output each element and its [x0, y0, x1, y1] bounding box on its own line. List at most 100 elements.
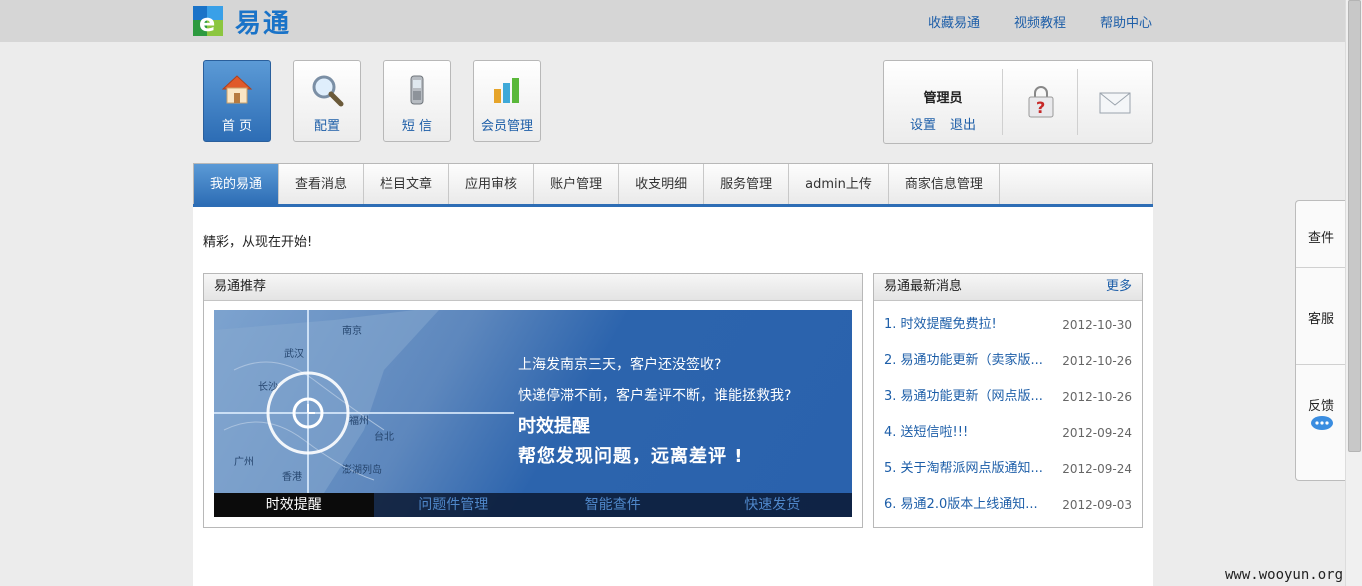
news-item[interactable]: 5. 关于淘帮派网点版通知... 2012-09-24 [884, 451, 1132, 487]
user-name: 管理员 [923, 91, 963, 106]
news-date: 2012-10-26 [1062, 354, 1132, 368]
user-info: 管理员 设置 退出 [884, 61, 1002, 143]
main-content: 精彩，从现在开始! 易通推荐 南京 武汉 长沙 福州 台北 广州 香港 澎湖列岛… [193, 207, 1153, 586]
member-button-label: 会员管理 [480, 119, 533, 134]
watermark: www.wooyun.org [1225, 567, 1344, 583]
news-item[interactable]: 3. 易通功能更新（网点版... 2012-10-26 [884, 379, 1132, 415]
tab-view-messages[interactable]: 查看消息 [279, 164, 365, 205]
news-num: 6. [884, 497, 897, 512]
map-label: 武汉 [284, 347, 304, 360]
member-button[interactable]: 会员管理 [473, 60, 541, 142]
home-icon [221, 75, 253, 104]
banner-line-3: 时效提醒 [518, 416, 590, 437]
banner-line-4: 帮您发现问题，远离差评 ! [518, 446, 744, 467]
news-title-text[interactable]: 送短信啦!!! [901, 425, 969, 440]
side-float-panel: 查件 客服 反馈 [1295, 200, 1346, 481]
help-center-link[interactable]: 帮助中心 [1100, 12, 1152, 31]
logo[interactable]: e 易通 [193, 4, 292, 39]
map-label: 广州 [234, 456, 254, 468]
sms-button[interactable]: 短 信 [383, 60, 451, 142]
divider [1077, 69, 1078, 135]
magnifier-icon [312, 75, 344, 107]
divider [1296, 364, 1346, 365]
chat-bubble-icon [1311, 416, 1333, 430]
news-title-text[interactable]: 易通功能更新（卖家版... [901, 353, 1043, 368]
divider [1002, 69, 1003, 135]
news-title-text[interactable]: 时效提醒免费拉! [901, 317, 997, 332]
news-num: 3. [884, 389, 897, 404]
tab-admin-upload[interactable]: admin上传 [789, 164, 889, 205]
banner-tab-quick-ship[interactable]: 快速发货 [693, 493, 853, 517]
banner-line-2: 快递停滞不前，客户差评不断，谁能拯救我? [518, 388, 792, 404]
banner-tab-problem-parcels[interactable]: 问题件管理 [374, 493, 534, 517]
banner-line-1: 上海发南京三天，客户还没签收? [518, 357, 722, 373]
config-button[interactable]: 配置 [293, 60, 361, 142]
news-title-text[interactable]: 易通功能更新（网点版... [901, 389, 1043, 404]
customer-service-button[interactable]: 客服 [1296, 308, 1346, 327]
news-item[interactable]: 6. 易通2.0版本上线通知... 2012-09-03 [884, 487, 1132, 523]
sms-button-label: 短 信 [401, 119, 433, 134]
map-label: 台北 [374, 430, 394, 443]
news-date: 2012-09-24 [1062, 462, 1132, 476]
news-item[interactable]: 2. 易通功能更新（卖家版... 2012-10-26 [884, 343, 1132, 379]
news-date: 2012-10-30 [1062, 318, 1132, 332]
video-tutorial-link[interactable]: 视频教程 [1014, 12, 1066, 31]
track-parcel-button[interactable]: 查件 [1296, 227, 1346, 246]
logout-link[interactable]: 退出 [950, 114, 976, 133]
recommend-title: 易通推荐 [204, 274, 862, 301]
map-label: 长沙 [258, 381, 278, 393]
slogan: 精彩，从现在开始! [203, 235, 313, 250]
vertical-scrollbar[interactable] [1345, 0, 1362, 586]
config-button-label: 配置 [313, 119, 340, 134]
promo-banner[interactable]: 南京 武汉 长沙 福州 台北 广州 香港 澎湖列岛 上海发南京三天，客户还没签收… [214, 310, 852, 517]
divider [1296, 267, 1346, 268]
envelope-icon[interactable] [1098, 85, 1132, 119]
tab-income-expense[interactable]: 收支明细 [619, 164, 705, 205]
scrollbar-thumb[interactable] [1348, 0, 1361, 452]
news-title-text[interactable]: 易通2.0版本上线通知... [901, 497, 1038, 512]
svg-text:?: ? [1036, 98, 1045, 117]
news-panel: 易通最新消息 更多 1. 时效提醒免费拉! 2012-10-30 2. 易通功能更… [873, 273, 1143, 528]
feedback-button[interactable]: 反馈 [1296, 395, 1346, 414]
tab-account-management[interactable]: 账户管理 [534, 164, 620, 205]
main-tabs: 我的易通 查看消息 栏目文章 应用审核 账户管理 收支明细 服务管理 admin… [193, 163, 1153, 205]
news-header: 易通最新消息 更多 [874, 274, 1142, 301]
news-item[interactable]: 1. 时效提醒免费拉! 2012-10-30 [884, 307, 1132, 343]
map-label: 澎湖列岛 [342, 463, 382, 476]
home-button-label: 首 页 [221, 119, 253, 134]
news-date: 2012-10-26 [1062, 390, 1132, 404]
news-date: 2012-09-03 [1062, 498, 1132, 512]
news-title-text[interactable]: 关于淘帮派网点版通知... [901, 461, 1043, 476]
tab-app-review[interactable]: 应用审核 [449, 164, 535, 205]
home-button[interactable]: 首 页 [203, 60, 271, 142]
map-crosshair-graphic: 南京 武汉 长沙 福州 台北 广州 香港 澎湖列岛 [214, 310, 514, 493]
map-label: 南京 [342, 324, 362, 337]
banner-tabs: 时效提醒 问题件管理 智能查件 快速发货 [214, 493, 852, 517]
tab-service-management[interactable]: 服务管理 [704, 164, 790, 205]
user-box: 管理员 设置 退出 ? [883, 60, 1153, 144]
news-item[interactable]: 4. 送短信啦!!! 2012-09-24 [884, 415, 1132, 451]
tab-my-yitong[interactable]: 我的易通 [194, 164, 280, 205]
phone-icon [410, 75, 424, 105]
news-title: 易通最新消息 [884, 279, 963, 294]
news-date: 2012-09-24 [1062, 426, 1132, 440]
tab-merchant-info[interactable]: 商家信息管理 [889, 164, 1000, 205]
more-link[interactable]: 更多 [1106, 274, 1132, 300]
recommend-panel: 易通推荐 南京 武汉 长沙 福州 台北 广州 香港 澎湖列岛 上海发南京三天，客… [203, 273, 863, 528]
top-links: 收藏易通 视频教程 帮助中心 [928, 12, 1152, 31]
svg-text:e: e [199, 9, 215, 36]
banner-tab-timeliness[interactable]: 时效提醒 [214, 493, 374, 517]
news-num: 5. [884, 461, 897, 476]
news-list: 1. 时效提醒免费拉! 2012-10-30 2. 易通功能更新（卖家版... 20… [874, 307, 1142, 523]
map-label: 香港 [282, 471, 302, 483]
tab-column-articles[interactable]: 栏目文章 [364, 164, 450, 205]
logo-text: 易通 [235, 8, 292, 39]
settings-link[interactable]: 设置 [910, 114, 936, 133]
map-label: 福州 [349, 414, 369, 427]
banner-tab-smart-tracking[interactable]: 智能查件 [533, 493, 693, 517]
news-num: 2. [884, 353, 897, 368]
logo-e-icon: e [193, 6, 223, 36]
question-bag-icon[interactable]: ? [1024, 85, 1058, 119]
bookmark-link[interactable]: 收藏易通 [928, 12, 980, 31]
news-num: 4. [884, 425, 897, 440]
